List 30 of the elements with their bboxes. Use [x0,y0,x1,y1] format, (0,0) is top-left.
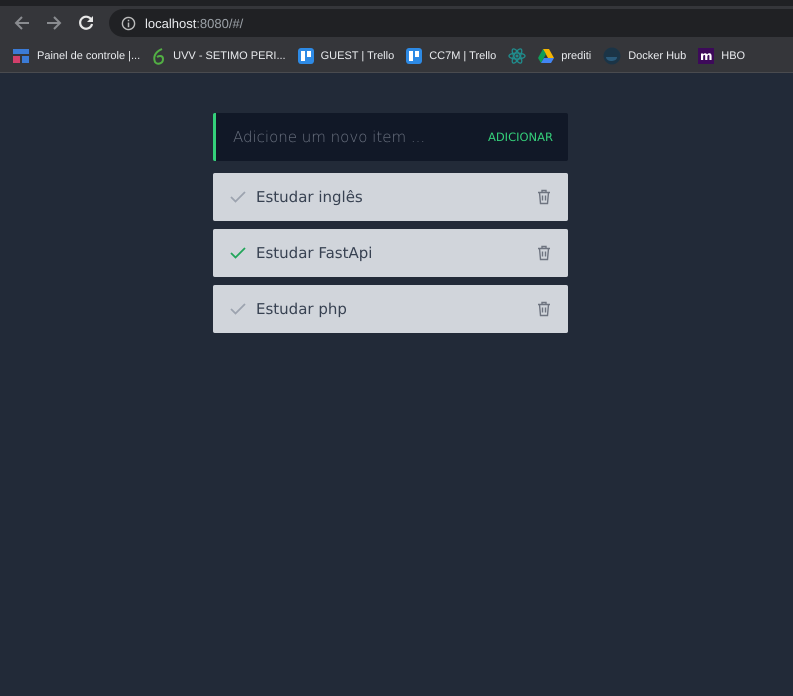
todo-text: Estudar php [256,300,348,318]
bookmark-link[interactable]: Painel de controle |... [37,50,140,62]
check-icon[interactable] [230,246,246,260]
openedx-logo-icon[interactable] [12,48,30,64]
letter-logo-icon[interactable]: m [698,48,714,64]
trash-icon[interactable] [537,245,551,261]
reload-icon[interactable] [77,14,95,32]
info-icon[interactable] [121,16,136,30]
new-item-field[interactable]: Adicione um novo item ... ADICIONAR [213,113,568,161]
board-icon[interactable] [406,48,422,64]
bookmark-link[interactable]: GUEST | Trello [320,50,394,62]
todo-text: Estudar inglês [256,188,364,206]
bookmark-link[interactable]: Docker Hub [628,50,686,62]
url-text: localhost:8080/#/ [145,16,244,30]
back-icon[interactable] [13,14,31,32]
bookmark-link[interactable]: CC7M | Trello [429,50,496,62]
atom-icon[interactable] [508,47,526,65]
bookmark-link[interactable]: UVV - SETIMO PERI... [173,50,286,62]
add-button[interactable]: ADICIONAR [488,126,553,148]
board-icon[interactable] [298,48,314,64]
forward-icon[interactable] [45,14,63,32]
bookmark-link[interactable]: prediti [561,50,592,62]
bookmark-link[interactable]: HBO [721,50,746,62]
check-icon[interactable] [230,302,246,316]
address-field[interactable]: localhost:8080/#/ [109,9,793,37]
todo-text: Estudar FastApi [256,244,374,262]
triangle-logo-icon[interactable] [538,49,554,63]
trash-icon[interactable] [537,301,551,317]
check-icon[interactable] [230,190,246,204]
trash-icon[interactable] [537,189,551,205]
